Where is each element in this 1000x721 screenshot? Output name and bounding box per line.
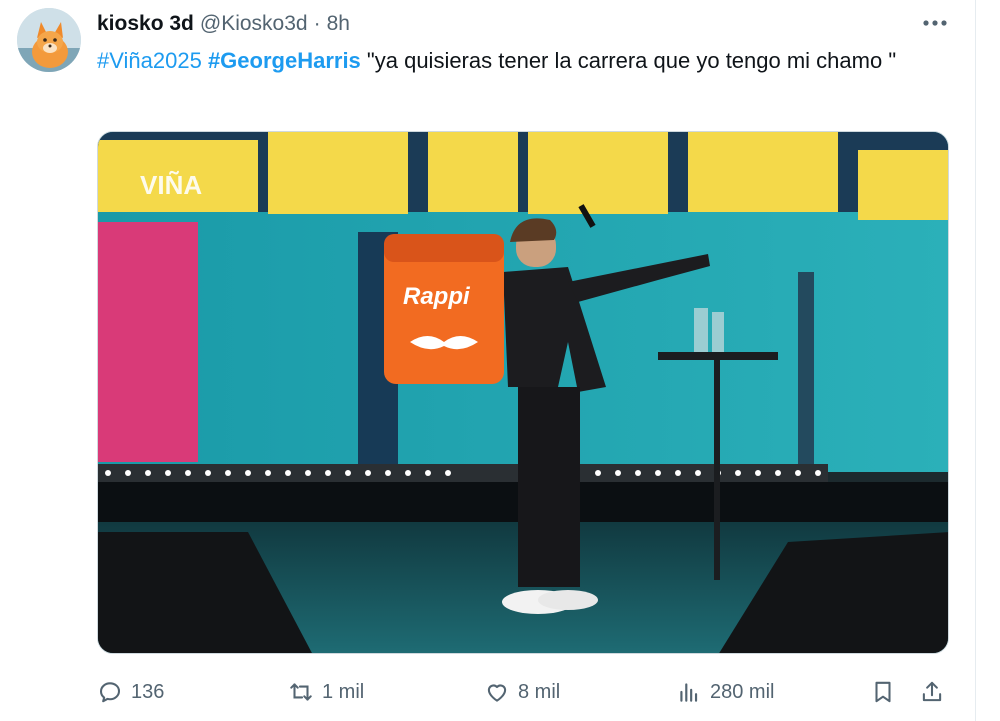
rappi-logo-text: Rappi (403, 283, 471, 310)
more-icon (923, 20, 947, 26)
tweet-actions: 136 1 mil 8 mil 280 mil (97, 672, 957, 712)
column-divider (975, 0, 976, 721)
watermark-text: VIÑA (140, 170, 202, 200)
tweet-text: #Viña2025 #GeorgeHarris "ya quisieras te… (97, 45, 957, 77)
tweet-media[interactable]: VIÑA Rappi (97, 131, 949, 654)
retweet-button[interactable]: 1 mil (288, 672, 364, 712)
tweet-header: kiosko 3d @Kiosko3d · 8h (97, 11, 350, 37)
retweet-icon (290, 683, 312, 701)
views-button[interactable]: 280 mil (676, 672, 774, 712)
retweet-count: 1 mil (322, 680, 365, 703)
hashtag-georgeharris[interactable]: #GeorgeHarris (208, 48, 361, 73)
like-button[interactable]: 8 mil (484, 672, 560, 712)
tweet-body: "ya quisieras tener la carrera que yo te… (366, 48, 897, 73)
share-button[interactable] (919, 672, 945, 712)
separator: · (313, 12, 321, 35)
like-icon (487, 684, 507, 702)
reply-count: 136 (131, 680, 165, 703)
bookmark-button[interactable] (870, 672, 896, 712)
like-count: 8 mil (518, 680, 561, 703)
bookmark-icon (875, 681, 891, 703)
reply-button[interactable]: 136 (97, 672, 164, 712)
hashtag-vina2025[interactable]: #Viña2025 (97, 48, 202, 73)
views-icon (680, 683, 698, 702)
timestamp[interactable]: 8h (327, 12, 350, 36)
avatar[interactable] (17, 8, 81, 72)
more-options-button[interactable] (917, 10, 953, 36)
stage-photo: VIÑA Rappi (98, 132, 948, 653)
share-icon (922, 681, 942, 702)
fox-avatar-icon (17, 8, 81, 72)
views-count: 280 mil (710, 680, 775, 703)
reply-icon (99, 682, 121, 703)
user-handle[interactable]: @Kiosko3d (200, 12, 308, 36)
display-name[interactable]: kiosko 3d (97, 12, 194, 36)
